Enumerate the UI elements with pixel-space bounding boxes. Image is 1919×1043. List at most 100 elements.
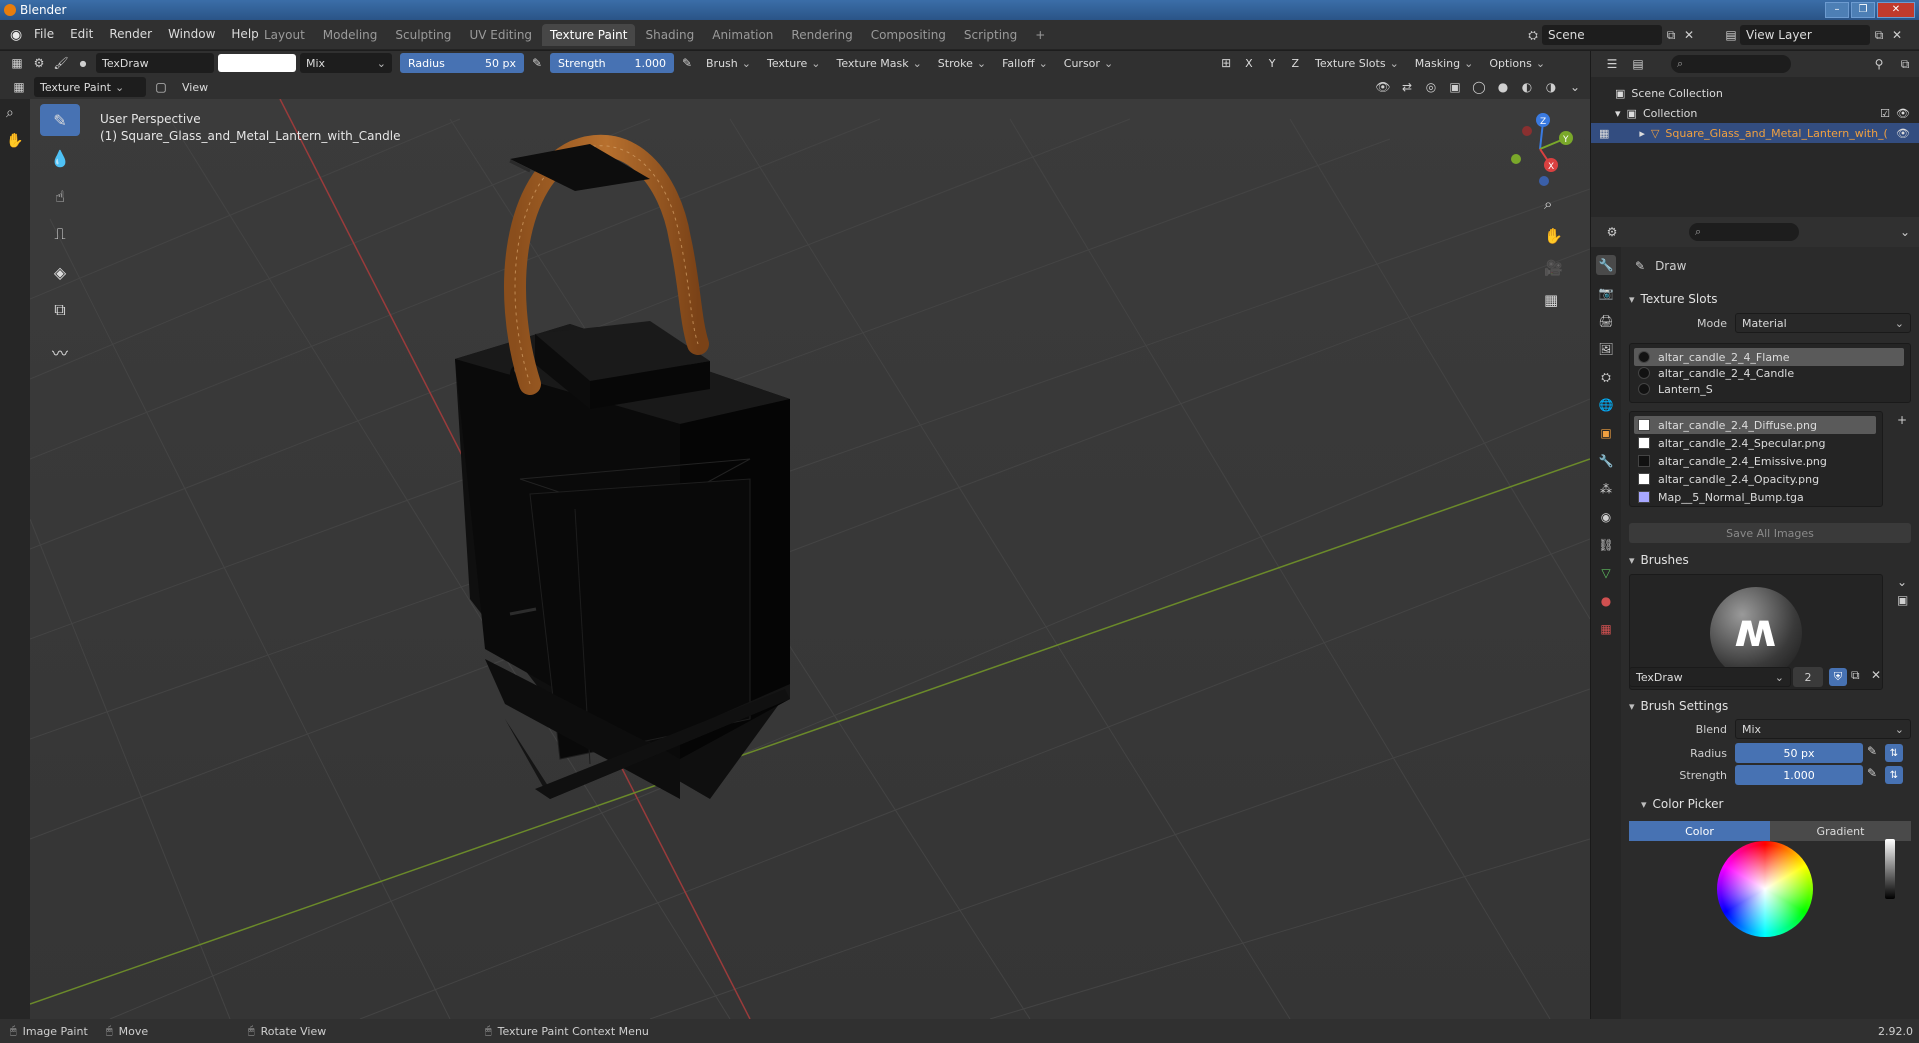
tab-modeling[interactable]: Modeling bbox=[315, 24, 386, 46]
properties-search-input[interactable]: ⌕ bbox=[1689, 223, 1799, 241]
display-mode-icon[interactable]: ▤ bbox=[1629, 55, 1647, 73]
zoom-edge-icon[interactable]: ⌕ bbox=[6, 105, 14, 121]
axis-y-toggle[interactable]: Y bbox=[1263, 53, 1282, 73]
tool-settings-icon[interactable]: ⚙ bbox=[30, 54, 48, 72]
wireframe-shading-icon[interactable]: ◯ bbox=[1470, 78, 1488, 96]
color-picker-panel-header[interactable]: Color Picker bbox=[1641, 797, 1724, 811]
masking-menu[interactable]: Masking bbox=[1409, 53, 1480, 73]
mode-dropdown[interactable]: Texture Paint bbox=[34, 77, 146, 97]
image-slot-item[interactable]: altar_candle_2.4_Emissive.png bbox=[1634, 452, 1876, 470]
outliner-collection[interactable]: ▾ ▣ Collection ☑ 👁 bbox=[1591, 103, 1919, 123]
material-tab-icon[interactable]: ● bbox=[1596, 591, 1616, 611]
viewport-editor-icon[interactable]: ▦ bbox=[10, 78, 28, 96]
close-button[interactable]: ✕ bbox=[1877, 2, 1915, 18]
strength-pressure-icon-props[interactable]: ✎ bbox=[1867, 766, 1877, 780]
radius-slider-props[interactable]: 50 px bbox=[1735, 743, 1863, 763]
material-shading-icon[interactable]: ◐ bbox=[1518, 78, 1536, 96]
texture-tab-icon[interactable]: ▦ bbox=[1596, 619, 1616, 639]
mode-dropdown-props[interactable]: Material bbox=[1735, 313, 1911, 333]
brush-image-icon[interactable]: ▣ bbox=[1897, 593, 1908, 607]
mask-tool-icon[interactable]: ⧉ bbox=[40, 294, 80, 326]
soften-tool-icon[interactable]: 💧 bbox=[40, 142, 80, 174]
navigation-gizmo[interactable]: Z Y X bbox=[1500, 109, 1580, 189]
stroke-menu[interactable]: Stroke bbox=[932, 53, 992, 73]
rendered-shading-icon[interactable]: ◑ bbox=[1542, 78, 1560, 96]
tab-texture-paint[interactable]: Texture Paint bbox=[542, 24, 636, 46]
delete-view-layer-icon[interactable]: ✕ bbox=[1888, 26, 1906, 44]
radius-slider[interactable]: Radius 50 px bbox=[400, 53, 524, 73]
texture-mask-menu[interactable]: Texture Mask bbox=[830, 53, 927, 73]
object-visibility-icon[interactable]: 👁 bbox=[1896, 127, 1910, 140]
tab-animation[interactable]: Animation bbox=[704, 24, 781, 46]
object-expand-icon[interactable]: ▸ bbox=[1639, 127, 1645, 140]
smear-tool-icon[interactable]: ☝ bbox=[40, 180, 80, 212]
cursor-menu[interactable]: Cursor bbox=[1058, 53, 1119, 73]
view-layer-tab-icon[interactable]: 🖼 bbox=[1596, 339, 1616, 359]
collection-visibility-icon[interactable]: 👁 bbox=[1896, 107, 1910, 120]
blender-logo-icon[interactable]: ◉ bbox=[10, 27, 26, 43]
properties-options-icon[interactable]: ⌄ bbox=[1896, 223, 1914, 241]
outliner-editor-icon[interactable]: ☰ bbox=[1603, 55, 1621, 73]
scene-tab-icon[interactable]: ⛭ bbox=[1596, 367, 1616, 387]
visibility-icon[interactable]: 👁 bbox=[1374, 78, 1392, 96]
draw-brush-tool-icon[interactable]: ✎ bbox=[40, 104, 80, 136]
image-slot-item[interactable]: Map__5_Normal_Bump.tga bbox=[1634, 488, 1876, 506]
save-all-images-button[interactable]: Save All Images bbox=[1629, 523, 1911, 543]
brush-name-field[interactable]: TexDraw bbox=[96, 53, 214, 73]
brush-name-field-props[interactable]: TexDraw bbox=[1629, 667, 1791, 687]
menu-help[interactable]: Help bbox=[231, 27, 258, 41]
brush-settings-panel-header[interactable]: Brush Settings bbox=[1629, 699, 1729, 713]
object-tab-icon[interactable]: ▣ bbox=[1596, 423, 1616, 443]
add-texture-icon[interactable]: + bbox=[1897, 413, 1907, 427]
strength-unit-icon[interactable]: ⇅ bbox=[1885, 766, 1903, 784]
menu-render[interactable]: Render bbox=[109, 27, 152, 41]
strength-slider[interactable]: Strength 1.000 bbox=[550, 53, 674, 73]
xray-toggle-icon[interactable]: ▣ bbox=[1446, 78, 1464, 96]
scene-name-field[interactable]: Scene bbox=[1542, 25, 1662, 45]
value-slider[interactable] bbox=[1885, 839, 1895, 899]
view-layer-field[interactable]: View Layer bbox=[1740, 25, 1870, 45]
duplicate-brush-icon[interactable]: ⧉ bbox=[1851, 668, 1860, 683]
fill-tool-icon[interactable]: ◈ bbox=[40, 256, 80, 288]
brush-list-toggle-icon[interactable]: ⌄ bbox=[1897, 575, 1907, 589]
color-tab[interactable]: Color bbox=[1629, 821, 1770, 841]
collection-checkbox-icon[interactable]: ☑ bbox=[1880, 107, 1890, 120]
physics-tab-icon[interactable]: ◉ bbox=[1596, 507, 1616, 527]
mask-toggle-icon[interactable]: ▢ bbox=[152, 78, 170, 96]
outliner-scene-collection[interactable]: ▣ Scene Collection bbox=[1591, 83, 1919, 103]
gradient-tab[interactable]: Gradient bbox=[1770, 821, 1911, 841]
fake-user-shield-icon[interactable]: ⛨ bbox=[1829, 668, 1847, 686]
shading-options-icon[interactable]: ⌄ bbox=[1566, 78, 1584, 96]
color-wheel[interactable] bbox=[1717, 841, 1813, 937]
annotate-tool-icon[interactable]: 〰 bbox=[40, 336, 80, 368]
texture-menu[interactable]: Texture bbox=[761, 53, 827, 73]
tab-uv-editing[interactable]: UV Editing bbox=[461, 24, 540, 46]
overlay-toggle-icon[interactable]: ◎ bbox=[1422, 78, 1440, 96]
outliner-search-input[interactable]: ⌕ bbox=[1671, 55, 1791, 73]
maximize-button[interactable]: ❐ bbox=[1851, 2, 1875, 18]
view-layer-icon[interactable]: ▤ bbox=[1722, 26, 1740, 44]
properties-editor-icon[interactable]: ⚙ bbox=[1603, 223, 1621, 241]
zoom-icon[interactable]: ⌕ bbox=[1544, 195, 1563, 213]
collection-expand-icon[interactable]: ▾ bbox=[1615, 107, 1621, 120]
strength-pressure-icon[interactable]: ✎ bbox=[678, 54, 696, 72]
gizmo-toggle-icon[interactable]: ⇄ bbox=[1398, 78, 1416, 96]
strength-slider-props[interactable]: 1.000 bbox=[1735, 765, 1863, 785]
solid-shading-icon[interactable]: ● bbox=[1494, 78, 1512, 96]
new-scene-icon[interactable]: ⧉ bbox=[1662, 26, 1680, 44]
view-menu[interactable]: View bbox=[176, 77, 214, 97]
menu-window[interactable]: Window bbox=[168, 27, 215, 41]
3d-viewport[interactable]: User Perspective (1) Square_Glass_and_Me… bbox=[30, 99, 1590, 1019]
axis-x-toggle[interactable]: X bbox=[1239, 53, 1259, 73]
add-workspace-button[interactable]: + bbox=[1027, 24, 1053, 46]
texture-slots-menu[interactable]: Texture Slots bbox=[1309, 53, 1405, 73]
brush-color-swatch[interactable] bbox=[218, 54, 296, 72]
image-slot-item[interactable]: altar_candle_2.4_Specular.png bbox=[1634, 434, 1876, 452]
axis-z-toggle[interactable]: Z bbox=[1285, 53, 1305, 73]
material-slot-item[interactable]: Lantern_S bbox=[1634, 380, 1904, 398]
modifier-tab-icon[interactable]: 🔧 bbox=[1596, 451, 1616, 471]
outliner-object-row[interactable]: ▦ ▸ ▽ Square_Glass_and_Metal_Lantern_wit… bbox=[1591, 123, 1919, 143]
new-view-layer-icon[interactable]: ⧉ bbox=[1870, 26, 1888, 44]
blend-mode-dropdown[interactable]: Mix bbox=[300, 53, 392, 73]
tab-sculpting[interactable]: Sculpting bbox=[387, 24, 459, 46]
